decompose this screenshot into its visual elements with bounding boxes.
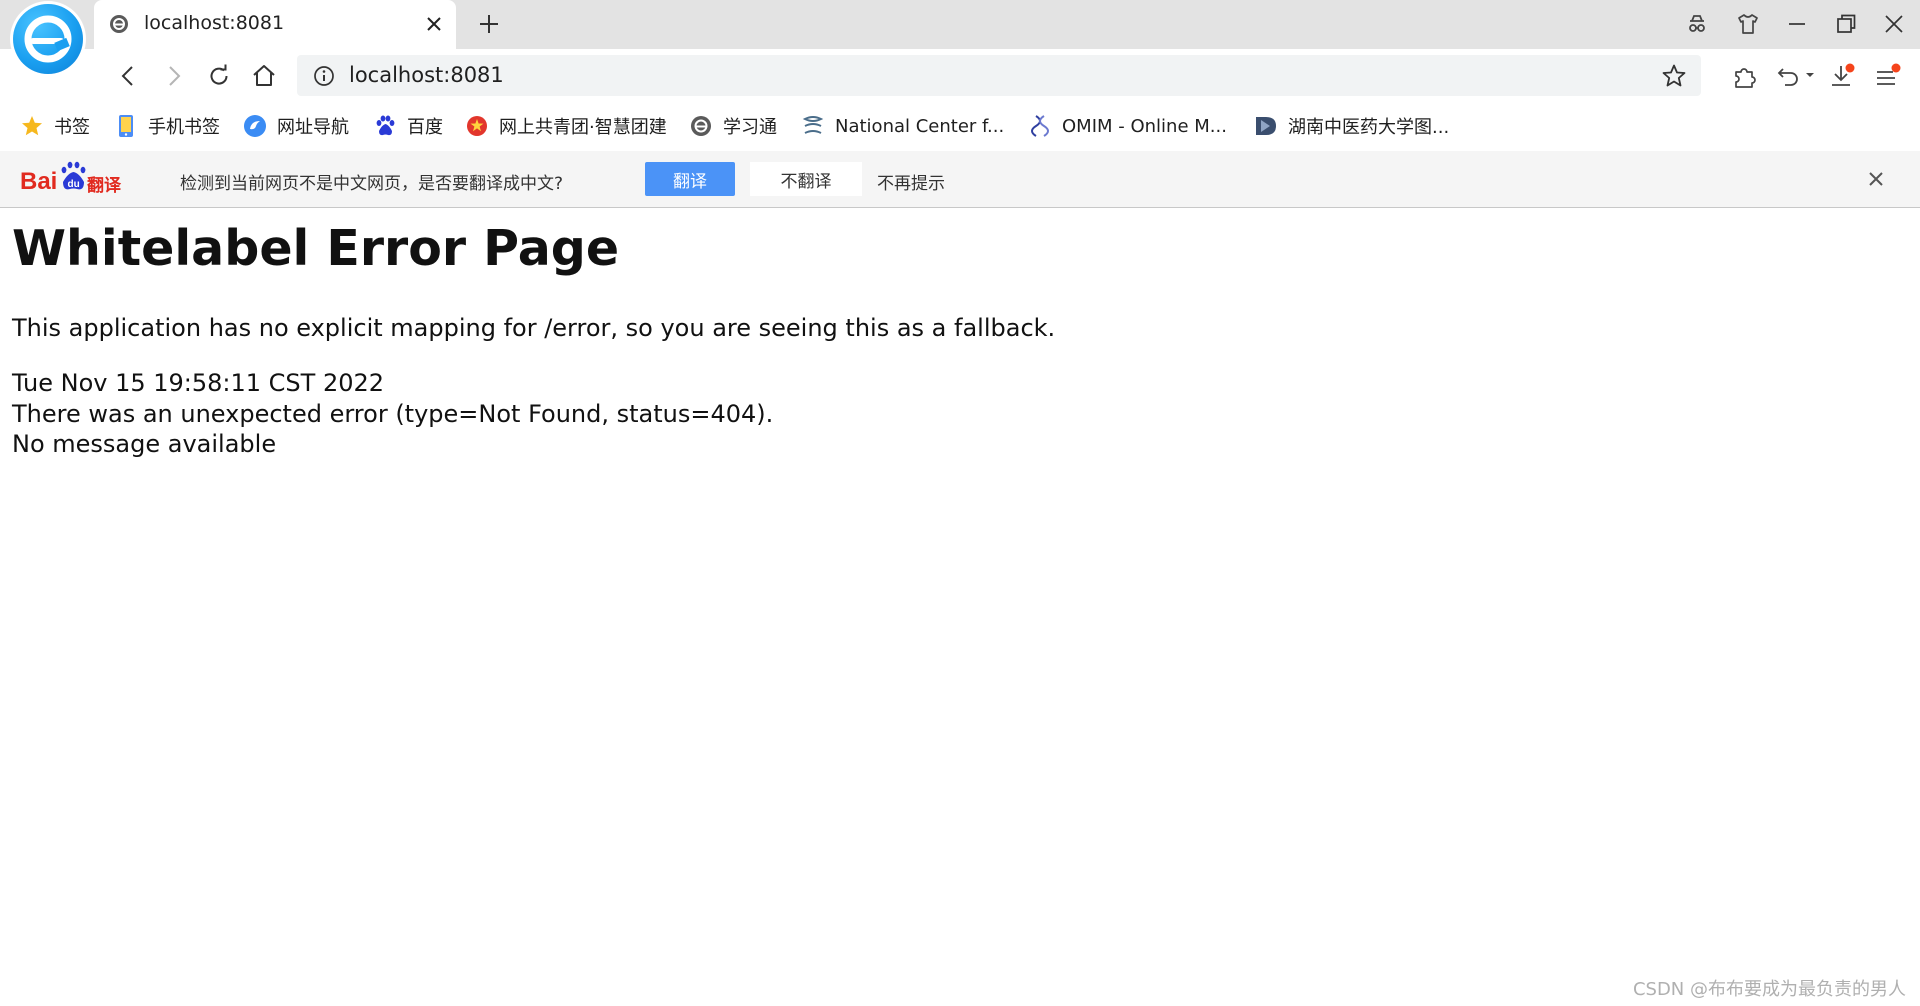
svg-text:du: du [68, 179, 80, 190]
error-timestamp: Tue Nov 15 19:58:11 CST 2022 [12, 369, 385, 397]
bookmark-item[interactable]: 百度 [373, 112, 443, 140]
baidu-paw-icon [373, 114, 397, 138]
xuexitong-icon [689, 114, 713, 138]
baidu-translate-logo: Bai du 翻译 [20, 161, 128, 197]
new-tab-plus-icon[interactable] [477, 12, 501, 36]
skin-shirt-icon[interactable] [1736, 12, 1760, 36]
browser-logo-icon[interactable] [10, 1, 86, 77]
page-title: Whitelabel Error Page [12, 220, 620, 277]
address-bar[interactable]: localhost:8081 [297, 55, 1701, 96]
no-translate-button[interactable]: 不翻译 [750, 162, 862, 196]
tab-title: localhost:8081 [144, 12, 285, 34]
svg-text:Bai: Bai [20, 168, 57, 195]
back-arrow-icon[interactable] [115, 63, 141, 89]
bookmark-item[interactable]: National Center f... [801, 112, 1004, 140]
star-icon [20, 114, 44, 138]
navigation-icon [243, 114, 267, 138]
tab-active[interactable]: localhost:8081 [94, 0, 456, 49]
youth-league-icon [465, 114, 489, 138]
translate-prompt-text: 检测到当前网页不是中文网页，是否要翻译成中文? [180, 174, 564, 194]
close-window-icon[interactable] [1882, 12, 1906, 36]
restore-window-icon[interactable] [1834, 12, 1858, 36]
csdn-watermark: CSDN @布布要成为最负责的男人 [1632, 979, 1906, 1000]
bookmark-item[interactable]: 书签 [20, 112, 90, 140]
site-info-icon[interactable] [313, 65, 335, 87]
svg-text:翻译: 翻译 [87, 175, 122, 196]
url-text[interactable]: localhost:8081 [349, 63, 504, 87]
bookmark-item[interactable]: OMIM - Online M... [1028, 112, 1227, 140]
translate-bar-close-icon[interactable] [1866, 169, 1886, 189]
incognito-icon[interactable] [1685, 12, 1709, 36]
library-icon [1254, 114, 1278, 138]
translate-button[interactable]: 翻译 [645, 162, 735, 196]
tab-strip: localhost:8081 [0, 0, 1920, 77]
phone-icon [114, 114, 138, 138]
minimize-icon[interactable] [1785, 12, 1809, 36]
menu-icon[interactable] [1874, 63, 1902, 91]
error-type-status: There was an unexpected error (type=Not … [12, 400, 774, 428]
navigation-toolbar: localhost:8081 [0, 49, 1920, 102]
extensions-puzzle-icon[interactable] [1731, 63, 1759, 91]
reload-icon[interactable] [206, 63, 232, 89]
bookmarks-bar: 书签 手机书签 网址导航 百度 网上共青团·智慧团建 学习通 National … [0, 102, 1920, 151]
never-prompt-link[interactable]: 不再提示 [877, 169, 945, 194]
bookmark-item[interactable]: 手机书签 [114, 112, 220, 140]
bookmark-item[interactable]: 湖南中医药大学图... [1254, 112, 1449, 140]
ncbi-icon [801, 114, 825, 138]
dna-icon [1028, 114, 1052, 138]
home-icon[interactable] [251, 63, 277, 89]
bookmark-item[interactable]: 网址导航 [243, 112, 349, 140]
translate-bar: Bai du 翻译 检测到当前网页不是中文网页，是否要翻译成中文? 翻译 不翻译… [0, 151, 1920, 208]
error-explanation: This application has no explicit mapping… [12, 314, 1056, 342]
tab-close-icon[interactable] [424, 14, 444, 34]
bookmark-item[interactable]: 网上共青团·智慧团建 [465, 112, 667, 140]
download-icon[interactable] [1828, 63, 1856, 91]
undo-close-tab-icon[interactable] [1776, 63, 1816, 91]
forward-arrow-icon[interactable] [161, 63, 187, 89]
error-message: No message available [12, 430, 277, 458]
site-favicon-icon [109, 14, 129, 34]
bookmark-star-icon[interactable] [1661, 63, 1687, 89]
bookmark-item[interactable]: 学习通 [689, 112, 777, 140]
